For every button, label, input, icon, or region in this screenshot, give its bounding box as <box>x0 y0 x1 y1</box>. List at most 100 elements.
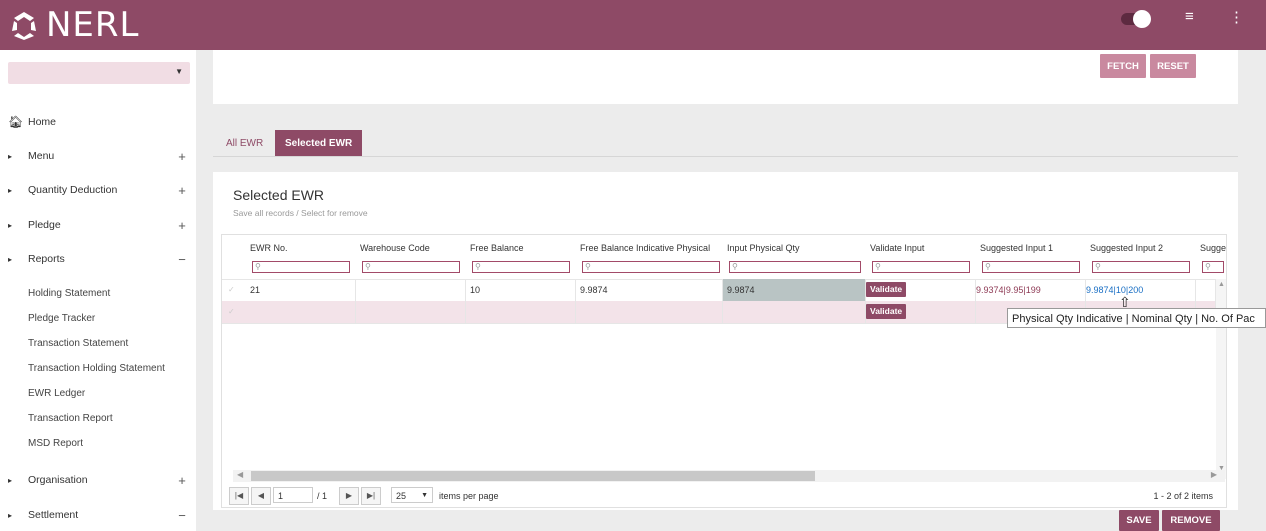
sidebar-subitem-transaction-report[interactable]: Transaction Report <box>28 413 113 424</box>
expand-icon[interactable]: + <box>176 149 188 164</box>
check-icon[interactable]: ✓ <box>228 285 235 294</box>
page-input[interactable]: 1 <box>273 487 313 503</box>
page-count: / 1 <box>317 491 328 501</box>
search-icon: ⚲ <box>985 262 991 271</box>
list-icon[interactable]: ≡ <box>1185 8 1194 25</box>
filter-input[interactable]: ⚲ <box>729 261 861 273</box>
sidebar-subitem-msd-report[interactable]: MSD Report <box>28 438 83 449</box>
cell-suggested-input-1[interactable]: 9.9374|9.95|199 <box>976 279 1086 301</box>
cell-suggested-input-2[interactable]: 9.9874|10|200 <box>1086 279 1196 301</box>
cell-input-physical-qty[interactable]: 9.9874 <box>723 279 866 301</box>
filter-input[interactable]: ⚲ <box>872 261 970 273</box>
sidebar: ▼ 🏠︎ Home ▸ Menu + ▸ Quantity Deduction … <box>0 50 196 531</box>
sidebar-item-menu[interactable]: ▸ Menu + <box>8 146 188 166</box>
page-size-value: 25 <box>396 491 407 501</box>
filter-input[interactable]: ⚲ <box>582 261 720 273</box>
sidebar-item-label: Home <box>28 116 57 128</box>
sidebar-subitem-holding-statement[interactable]: Holding Statement <box>28 288 110 299</box>
filter-input[interactable]: ⚲ <box>1092 261 1190 273</box>
sidebar-subitem-transaction-holding-statement[interactable]: Transaction Holding Statement <box>28 363 165 374</box>
card-subtitle: Save all records / Select for remove <box>233 208 368 218</box>
tab-selected-ewr[interactable]: Selected EWR <box>275 130 363 156</box>
sidebar-select[interactable]: ▼ <box>8 62 190 84</box>
cell-suggested-input-3 <box>1196 279 1216 301</box>
search-icon: ⚲ <box>475 262 481 271</box>
column-header[interactable]: Sugges <box>1200 243 1226 253</box>
top-bar: NERL ≡ ⋮ <box>0 0 1266 50</box>
sidebar-subitem-pledge-tracker[interactable]: Pledge Tracker <box>28 313 95 324</box>
card-title: Selected EWR <box>233 187 325 203</box>
cell-validate: Validate <box>866 301 976 323</box>
cell-ewr-no <box>246 301 356 323</box>
last-page-icon[interactable]: ▶| <box>361 487 381 505</box>
tab-all-ewr[interactable]: All EWR <box>226 130 263 156</box>
sidebar-item-label: Organisation <box>28 474 88 486</box>
filter-input[interactable]: ⚲ <box>982 261 1080 273</box>
sidebar-subitem-transaction-statement[interactable]: Transaction Statement <box>28 338 128 349</box>
next-page-icon[interactable]: ▶ <box>339 487 359 505</box>
validate-button[interactable]: Validate <box>866 282 907 297</box>
scroll-up-icon[interactable]: ▲ <box>1218 281 1225 288</box>
check-icon[interactable]: ✓ <box>228 307 235 316</box>
cell-validate: Validate <box>866 279 976 301</box>
prev-page-icon[interactable]: ◀ <box>251 487 271 505</box>
cell-free-balance-indicative <box>576 301 723 323</box>
sidebar-item-home[interactable]: 🏠︎ Home <box>8 112 188 132</box>
mouse-cursor-icon: ⇧ <box>1119 294 1131 310</box>
scroll-left-icon[interactable]: ◀ <box>237 470 243 479</box>
caret-down-icon: ▼ <box>175 67 183 76</box>
theme-toggle[interactable] <box>1121 10 1151 28</box>
cell-free-balance-indicative: 9.9874 <box>576 279 723 301</box>
sidebar-item-reports[interactable]: ▸ Reports − <box>8 249 188 269</box>
sidebar-subitem-ewr-ledger[interactable]: EWR Ledger <box>28 388 85 399</box>
scroll-thumb[interactable] <box>251 471 815 481</box>
sidebar-item-quantity-deduction[interactable]: ▸ Quantity Deduction + <box>8 180 188 200</box>
remove-button[interactable]: REMOVE <box>1162 510 1220 531</box>
column-header[interactable]: EWR No. <box>250 243 288 253</box>
brand-logo: NERL <box>8 5 140 45</box>
cell-warehouse-code <box>356 301 466 323</box>
caret-right-icon: ▸ <box>8 254 13 264</box>
horizontal-scrollbar[interactable]: ◀ ▶ <box>233 470 1225 482</box>
search-icon: ⚲ <box>255 262 261 271</box>
scroll-right-icon[interactable]: ▶ <box>1211 470 1217 479</box>
expand-icon[interactable]: + <box>176 183 188 198</box>
caret-right-icon: ▸ <box>8 475 13 485</box>
sidebar-item-organisation[interactable]: ▸ Organisation + <box>8 470 188 490</box>
expand-icon[interactable]: + <box>176 218 188 233</box>
home-icon: 🏠︎ <box>8 115 24 129</box>
search-icon: ⚲ <box>732 262 738 271</box>
caret-right-icon: ▸ <box>8 151 13 161</box>
column-header[interactable]: Input Physical Qty <box>727 243 800 253</box>
dropdown-icon: ▼ <box>421 492 428 499</box>
more-vert-icon[interactable]: ⋮ <box>1229 8 1244 26</box>
sidebar-item-label: Reports <box>28 253 65 265</box>
collapse-icon[interactable]: − <box>176 508 188 523</box>
save-button[interactable]: SAVE <box>1119 510 1159 531</box>
collapse-icon[interactable]: − <box>176 252 188 267</box>
caret-right-icon: ▸ <box>8 185 13 195</box>
column-header[interactable]: Warehouse Code <box>360 243 430 253</box>
validate-button[interactable]: Validate <box>866 304 907 319</box>
column-header[interactable]: Suggested Input 2 <box>1090 243 1163 253</box>
column-header[interactable]: Suggested Input 1 <box>980 243 1053 253</box>
search-icon: ⚲ <box>585 262 591 271</box>
page-size-select[interactable]: 25 ▼ <box>391 487 433 503</box>
filter-input[interactable]: ⚲ <box>472 261 570 273</box>
table-row[interactable]: ✓ 21 10 9.9874 9.9874 Validate 9.9374|9.… <box>222 279 1216 302</box>
reset-button[interactable]: RESET <box>1150 54 1196 78</box>
filter-input[interactable]: ⚲ <box>1202 261 1224 273</box>
sidebar-item-pledge[interactable]: ▸ Pledge + <box>8 215 188 235</box>
fetch-button[interactable]: FETCH <box>1100 54 1146 78</box>
expand-icon[interactable]: + <box>176 473 188 488</box>
first-page-icon[interactable]: |◀ <box>229 487 249 505</box>
cell-input-physical-qty[interactable] <box>723 301 866 323</box>
filter-input[interactable]: ⚲ <box>252 261 350 273</box>
sidebar-item-settlement[interactable]: ▸ Settlement − <box>8 505 188 525</box>
logo-text: NERL <box>46 5 140 45</box>
filter-panel: FETCH RESET <box>213 50 1238 104</box>
column-header[interactable]: Free Balance Indicative Physical <box>580 243 710 253</box>
column-header[interactable]: Free Balance <box>470 243 524 253</box>
column-header[interactable]: Validate Input <box>870 243 924 253</box>
filter-input[interactable]: ⚲ <box>362 261 460 273</box>
